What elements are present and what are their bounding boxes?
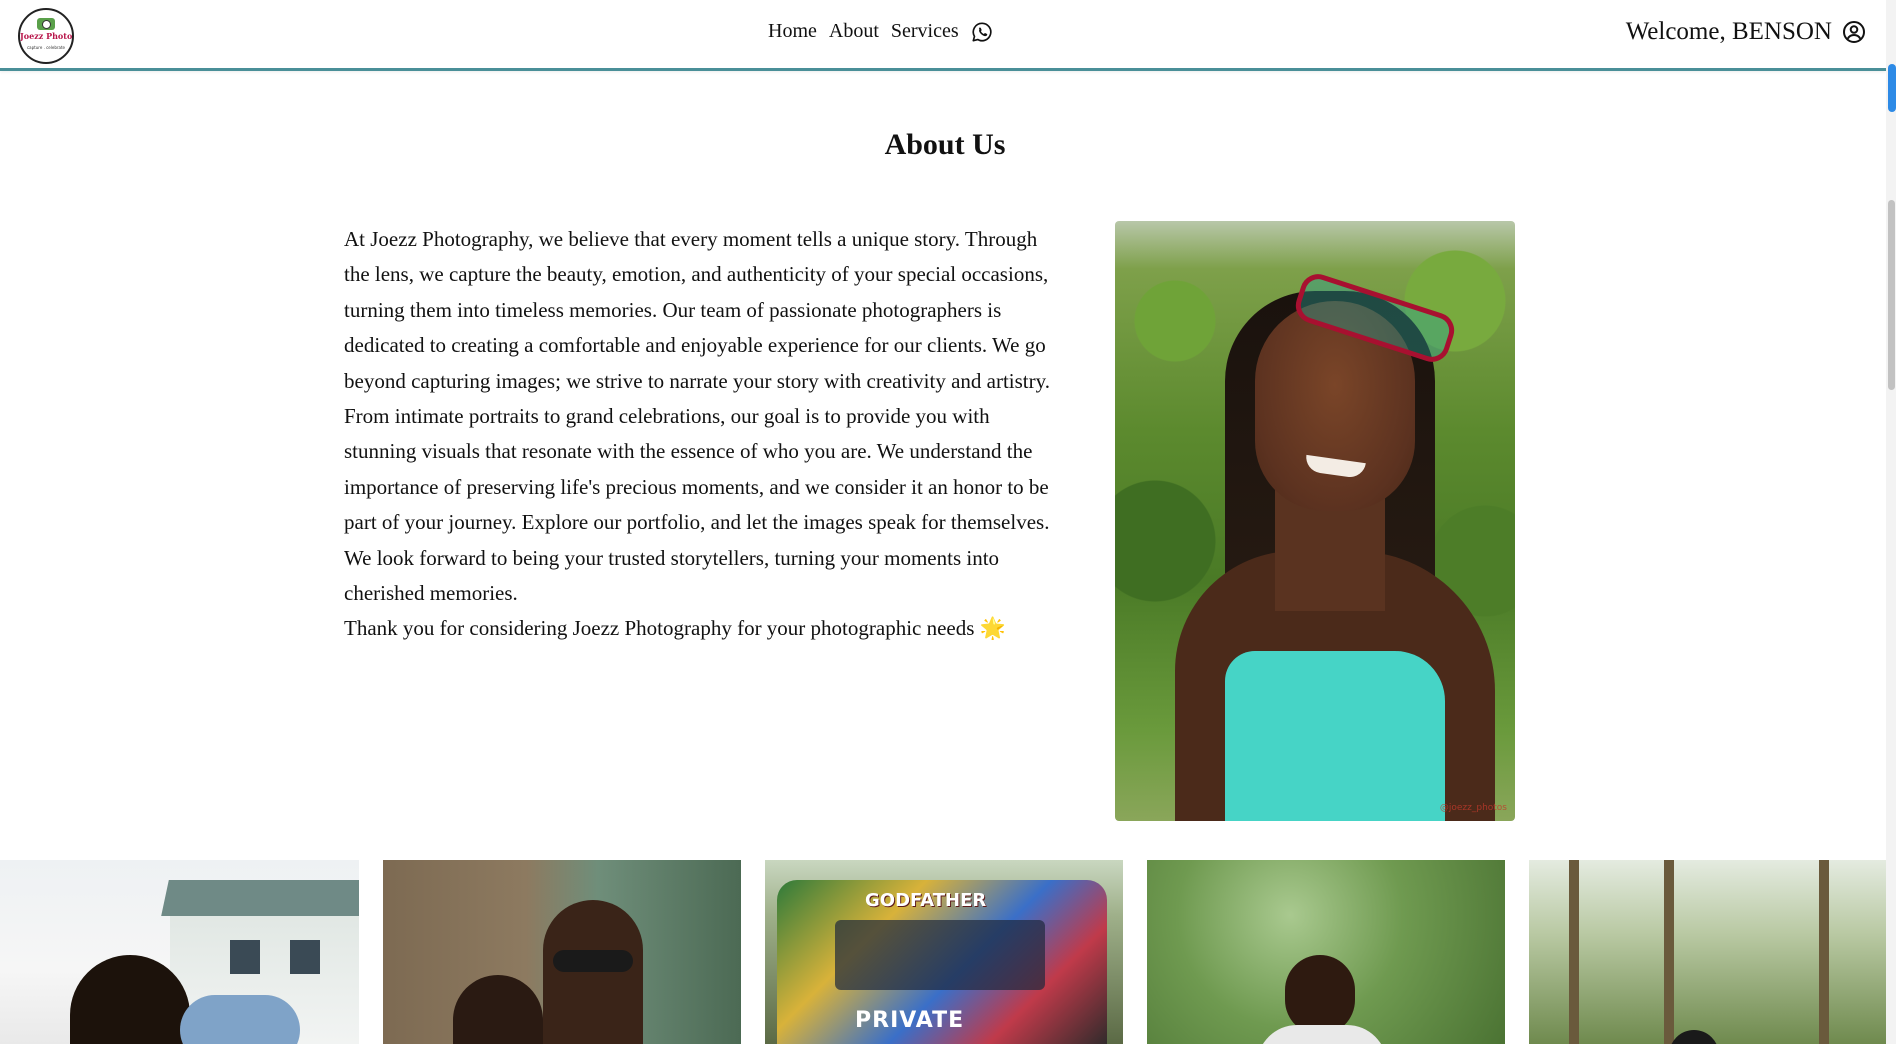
navbar: Joezz Photography capture . celebrate Ho… <box>0 0 1886 71</box>
photo-tree <box>1819 860 1829 1044</box>
photo-person <box>1669 1030 1719 1044</box>
about-text: At Joezz Photography, we believe that ev… <box>344 222 1058 647</box>
portrait-top <box>1225 651 1445 821</box>
gallery-photo-5[interactable] <box>1529 860 1886 1044</box>
about-title: About Us <box>884 128 1006 161</box>
photo-person <box>453 975 543 1044</box>
nav-home-link[interactable]: Home <box>768 20 817 43</box>
gallery-photo-2[interactable] <box>383 860 741 1044</box>
van-plate-text: PRIVATE <box>855 1008 965 1033</box>
site-logo[interactable]: Joezz Photography capture . celebrate <box>18 8 74 64</box>
whatsapp-icon[interactable] <box>971 21 993 43</box>
page-scrollbar[interactable] <box>1886 0 1896 1044</box>
welcome-text: Welcome, BENSON <box>1625 18 1832 45</box>
camera-icon <box>37 18 55 30</box>
scroll-position-marker <box>1888 64 1896 112</box>
photo-windshield <box>835 920 1045 990</box>
nav-services-link[interactable]: Services <box>891 20 959 43</box>
photo-person <box>1285 955 1355 1035</box>
gallery-photo-4[interactable] <box>1147 860 1505 1044</box>
about-paragraph: At Joezz Photography, we believe that ev… <box>344 227 1051 606</box>
photo-tree <box>1664 860 1674 1044</box>
gallery-photo-3[interactable]: GODFATHER PRIVATE <box>765 860 1123 1044</box>
van-banner-text: GODFATHER <box>865 890 987 911</box>
page-viewport: Joezz Photography capture . celebrate Ho… <box>0 0 1896 1044</box>
photo-sleeve <box>180 995 300 1044</box>
welcome-area: Welcome, BENSON <box>1626 18 1866 46</box>
about-thanks: Thank you for considering Joezz Photogra… <box>344 616 1006 641</box>
photo-sunglasses <box>553 950 633 972</box>
portrait-watermark: @joezz_photos <box>1439 803 1507 813</box>
photo-person <box>543 900 643 1044</box>
logo-tagline: capture . celebrate <box>26 45 66 50</box>
about-portrait-image: @joezz_photos <box>1115 221 1515 821</box>
photo-window <box>230 940 260 974</box>
photo-tree <box>1569 860 1579 1044</box>
photo-gallery: GODFATHER PRIVATE <box>0 860 1886 1044</box>
scrollbar-thumb[interactable] <box>1888 200 1895 390</box>
user-circle-icon[interactable] <box>1842 20 1866 44</box>
photo-shirt <box>1257 1025 1387 1044</box>
main-nav: Home About Services <box>768 20 993 43</box>
gallery-photo-1[interactable] <box>0 860 359 1044</box>
nav-about-link[interactable]: About <box>829 20 879 43</box>
logo-text: Joezz Photography <box>20 31 73 41</box>
photo-roof <box>161 880 359 916</box>
photo-window <box>290 940 320 974</box>
